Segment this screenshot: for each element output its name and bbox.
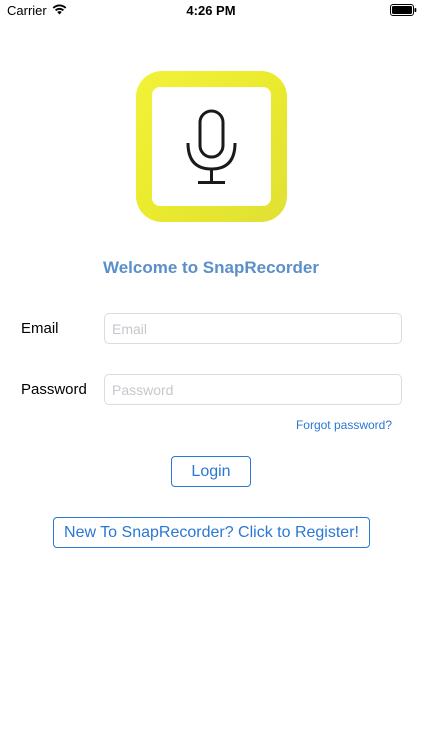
welcome-title: Welcome to SnapRecorder: [102, 258, 320, 277]
logo-inner: [152, 87, 271, 206]
status-bar: Carrier 4:26 PM: [0, 0, 422, 22]
status-time: 4:26 PM: [186, 3, 236, 18]
password-label: Password: [21, 381, 87, 398]
forgot-password-link[interactable]: Forgot password?: [0, 418, 392, 432]
microphone-icon: [186, 109, 237, 184]
email-label: Email: [21, 320, 59, 337]
email-field[interactable]: [104, 313, 402, 344]
battery-icon: [390, 4, 417, 16]
app-logo: [136, 71, 287, 222]
login-screen: Carrier 4:26 PM Welcome to SnapRecorder …: [0, 0, 422, 750]
password-field[interactable]: [104, 374, 402, 405]
login-button[interactable]: Login: [171, 456, 251, 487]
register-button[interactable]: New To SnapRecorder? Click to Register!: [53, 517, 370, 548]
